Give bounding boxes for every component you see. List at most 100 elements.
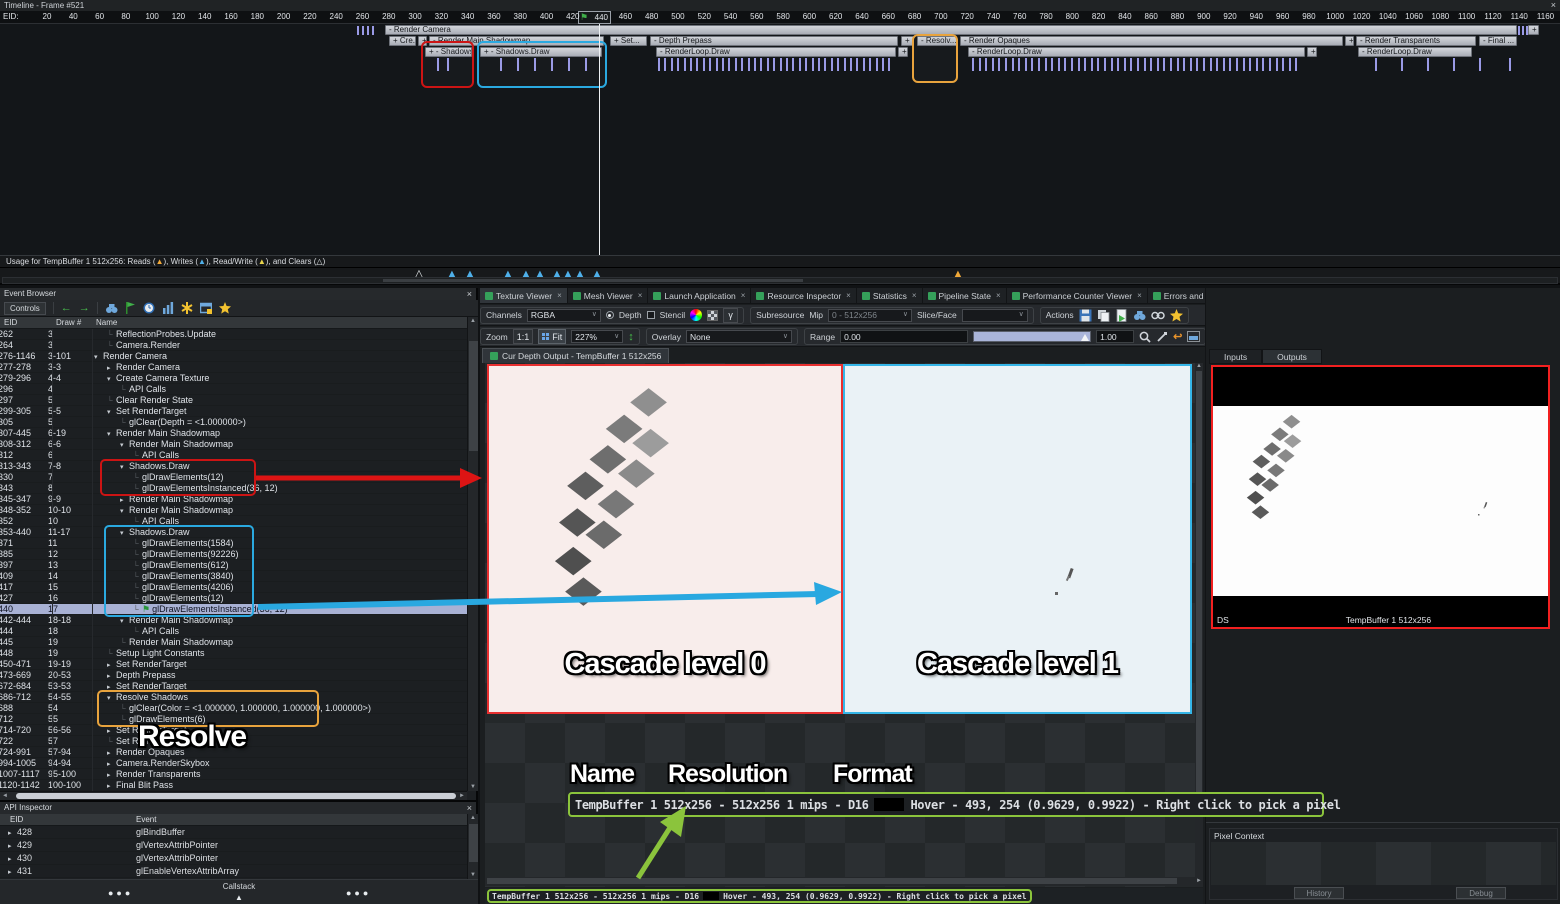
tree-expander-icon[interactable]: ▾: [120, 463, 129, 471]
event-row[interactable]: 299-3055-5▾Set RenderTarget: [0, 406, 467, 417]
event-row[interactable]: 442-44418-18▾Render Main Shadowmap: [0, 615, 467, 626]
window-tab-texture-viewer[interactable]: Texture Viewer×: [480, 288, 568, 303]
event-row[interactable]: 686-71254-55▾Resolve Shadows: [0, 692, 467, 703]
tree-expander-icon[interactable]: ▸: [107, 760, 116, 768]
window-tab-pipeline-state[interactable]: Pipeline State×: [923, 288, 1007, 303]
scroll-right-icon[interactable]: ►: [1196, 878, 1202, 884]
viewport-vscroll-thumb[interactable]: [1196, 371, 1202, 801]
range-slider[interactable]: [973, 331, 1091, 342]
timeline-block[interactable]: - Render Transparents: [1356, 36, 1476, 46]
event-row[interactable]: 44017└⚑glDrawElementsInstanced(36, 12): [0, 604, 467, 615]
tab-close-icon[interactable]: ×: [638, 291, 643, 300]
tab-close-icon[interactable]: ×: [912, 291, 917, 300]
api-row[interactable]: ▸429glVertexAttribPointer: [0, 839, 467, 852]
timeline-block[interactable]: - Final ...: [1479, 36, 1517, 46]
scroll-up-icon[interactable]: ▲: [1196, 363, 1202, 369]
tree-expander-icon[interactable]: ▾: [120, 441, 129, 449]
event-row[interactable]: 3055└glClear(Depth = <1.000000>): [0, 417, 467, 428]
event-row[interactable]: 42716└glDrawElements(12): [0, 593, 467, 604]
find-event-icon[interactable]: [105, 302, 118, 314]
tree-expander-icon[interactable]: ▸: [107, 727, 116, 735]
event-row[interactable]: 276-11463-101▾Render Camera: [0, 351, 467, 362]
api-row[interactable]: ▸430glVertexAttribPointer: [0, 852, 467, 865]
tree-expander-icon[interactable]: ▸: [107, 672, 116, 680]
stencil-checkbox[interactable]: [647, 311, 655, 319]
timeline-body[interactable]: - Render Camera++ Cre...+- Render Main S…: [0, 24, 1560, 255]
channels-select[interactable]: RGBA∨: [527, 309, 601, 322]
tab-close-icon[interactable]: ×: [557, 291, 562, 300]
follow-link-icon[interactable]: [1151, 310, 1165, 321]
event-row[interactable]: 44819└Setup Light Constants: [0, 648, 467, 659]
event-row[interactable]: 3307└glDrawElements(12): [0, 472, 467, 483]
timeline-hscroll-thumb[interactable]: [383, 279, 803, 282]
save-icon[interactable]: [1079, 309, 1092, 322]
tree-expander-icon[interactable]: ▾: [107, 430, 116, 438]
favorite-star-icon[interactable]: [1170, 309, 1183, 322]
callstack-expand-icon[interactable]: ▲: [0, 893, 478, 902]
slice-face-select[interactable]: ∨: [962, 309, 1028, 322]
event-row[interactable]: 348-35210-10▾Render Main Shadowmap: [0, 505, 467, 516]
window-tab-performance-counter-viewer[interactable]: Performance Counter Viewer×: [1007, 288, 1148, 303]
event-row[interactable]: 2643└Camera.Render: [0, 340, 467, 351]
tree-expander-icon[interactable]: ▸: [107, 683, 116, 691]
event-row[interactable]: 313-3437-8▾Shadows.Draw: [0, 461, 467, 472]
window-tab-mesh-viewer[interactable]: Mesh Viewer×: [568, 288, 649, 303]
event-row[interactable]: 68854└glClear(Color = <1.000000, 1.00000…: [0, 703, 467, 714]
api-row[interactable]: ▸431glEnableVertexAttribArray: [0, 865, 467, 878]
scroll-down-icon[interactable]: ▼: [470, 872, 476, 878]
range-max-input[interactable]: 1.00: [1096, 330, 1134, 343]
timer-icon[interactable]: [143, 302, 155, 314]
event-row[interactable]: 353-44011-17▾Shadows.Draw: [0, 527, 467, 538]
overlay-select[interactable]: None∨: [686, 330, 792, 343]
event-browser-hscrollbar[interactable]: ◄ ►: [0, 791, 467, 800]
window-tab-launch-application[interactable]: Launch Application×: [648, 288, 751, 303]
timeline-block[interactable]: - Render Opaques: [960, 36, 1343, 46]
statistics-icon[interactable]: [162, 302, 174, 314]
scroll-up-icon[interactable]: ▲: [470, 815, 476, 821]
column-eid[interactable]: EID: [4, 317, 17, 329]
event-row[interactable]: 2975└Clear Render State: [0, 395, 467, 406]
event-row[interactable]: 994-100594-94▸Camera.RenderSkybox: [0, 758, 467, 769]
zoom-1to1-button[interactable]: 1:1: [513, 329, 534, 344]
timeline-block[interactable]: +: [1528, 25, 1539, 35]
column-name[interactable]: Name: [96, 317, 117, 329]
event-browser-close-icon[interactable]: ×: [467, 288, 472, 300]
event-row[interactable]: 345-3479-9▸Render Main Shadowmap: [0, 494, 467, 505]
event-row[interactable]: 38512└glDrawElements(92226): [0, 549, 467, 560]
event-row[interactable]: 44418└API Calls: [0, 626, 467, 637]
checkerboard-background-icon[interactable]: [707, 310, 718, 321]
timeline-block[interactable]: - RenderLoop.Draw: [1358, 47, 1472, 57]
zoom-fit-button[interactable]: Fit: [538, 329, 566, 344]
timeline-block[interactable]: +: [1307, 47, 1317, 57]
tree-expander-icon[interactable]: ▾: [120, 529, 129, 537]
zoom-range-icon[interactable]: [1139, 331, 1151, 343]
current-eid-marker[interactable]: ⚑ 440: [578, 11, 611, 24]
timeline-block[interactable]: +: [1345, 36, 1354, 46]
drawer-dots[interactable]: ●●●: [346, 888, 371, 898]
color-wheel-icon[interactable]: [690, 309, 702, 321]
event-row[interactable]: 37111└glDrawElements(1584): [0, 538, 467, 549]
tree-expander-icon[interactable]: ▸: [107, 749, 116, 757]
output-thumbnail[interactable]: DS TempBuffer 1 512x256: [1211, 365, 1550, 629]
event-browser-vscroll-thumb[interactable]: [469, 341, 478, 451]
event-row[interactable]: 277-2783-3▸Render Camera: [0, 362, 467, 373]
event-browser-hscroll-thumb[interactable]: [16, 793, 456, 799]
event-row[interactable]: 308-3126-6▾Render Main Shadowmap: [0, 439, 467, 450]
viewport-hscroll-thumb[interactable]: [487, 878, 1177, 884]
event-row[interactable]: 1007-111795-100▸Render Transparents: [0, 769, 467, 780]
copy-icon[interactable]: [1097, 309, 1110, 322]
gamma-button[interactable]: γ: [723, 308, 738, 323]
tree-expander-icon[interactable]: ▸: [8, 867, 17, 879]
depth-radio[interactable]: [606, 311, 614, 319]
event-row[interactable]: 1120-1142100-100▸Final Blit Pass: [0, 780, 467, 791]
column-eid[interactable]: EID: [10, 814, 23, 826]
event-row[interactable]: 3438└glDrawElementsInstanced(36, 12): [0, 483, 467, 494]
tree-expander-icon[interactable]: ▾: [120, 507, 129, 515]
autofit-picker-icon[interactable]: [1156, 331, 1168, 343]
timeline-hscrollbar[interactable]: [2, 277, 1558, 284]
controls-button[interactable]: Controls: [4, 302, 46, 315]
tab-close-icon[interactable]: ×: [741, 291, 746, 300]
scroll-up-icon[interactable]: ▲: [470, 318, 476, 324]
find-icon[interactable]: [1133, 309, 1146, 321]
event-browser-vscrollbar[interactable]: ▲ ▼: [467, 317, 478, 791]
